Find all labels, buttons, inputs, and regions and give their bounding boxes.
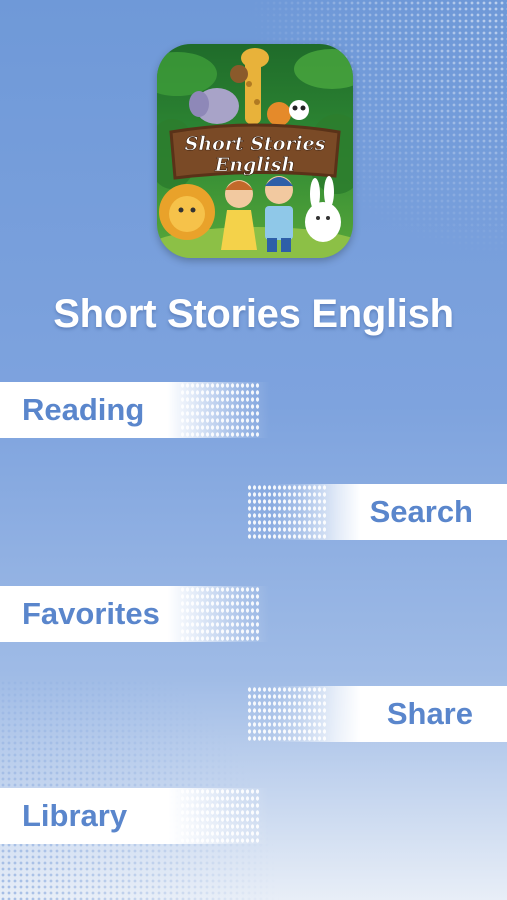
main-screen: { "app": { "title": "Short Stories Engli… [0,0,507,900]
library-label: Library [22,798,128,833]
app-logo: Short Stories English [157,44,353,258]
brush-speckle [247,686,327,742]
share-label: Share [386,696,473,731]
brush-speckle [180,788,260,844]
favorites-label: Favorites [22,596,160,631]
brush-speckle [180,586,260,642]
favorites-button[interactable]: Favorites [0,586,270,642]
library-button[interactable]: Library [0,788,270,844]
reading-label: Reading [22,392,145,427]
logo-title-line1: Short Stories [185,133,326,155]
brush-speckle [247,484,327,540]
app-title: Short Stories English [53,292,454,336]
search-button[interactable]: Search [247,484,507,540]
share-button[interactable]: Share [247,686,507,742]
reading-button[interactable]: Reading [0,382,270,438]
logo-title-line2: English [214,154,296,176]
brush-speckle [180,382,260,438]
search-label: Search [369,494,473,529]
